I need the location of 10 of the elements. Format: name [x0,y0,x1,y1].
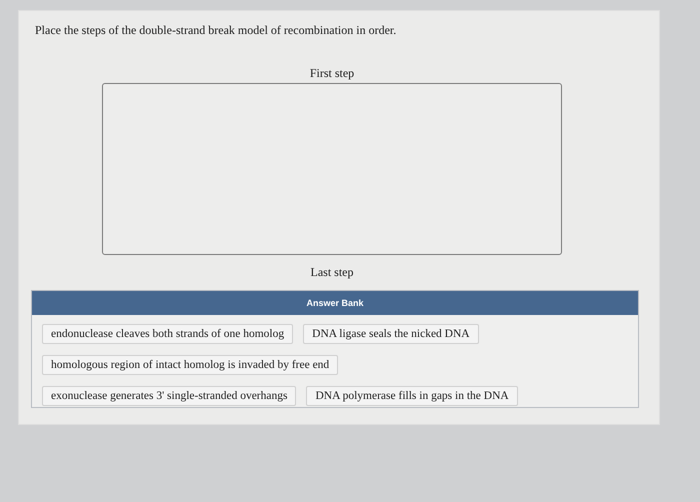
answer-chip[interactable]: endonuclease cleaves both strands of one homolog [42,324,294,344]
answer-chip[interactable]: exonuclease generates 3' single-stranded overhangs [42,386,296,406]
question-prompt: Place the steps of the double-strand break model of recombination in order. [35,23,398,38]
answer-chip[interactable]: homologous region of intact homolog is invaded by free end [42,355,338,375]
last-step-label: Last step [310,265,354,280]
answer-chip[interactable]: DNA polymerase fills in gaps in the DNA [306,386,518,406]
answer-chip[interactable]: DNA ligase seals the nicked DNA [303,324,479,344]
first-step-label: First step [310,66,354,81]
answer-bank-header: Answer Bank [32,291,638,315]
drop-zone[interactable] [102,83,562,255]
